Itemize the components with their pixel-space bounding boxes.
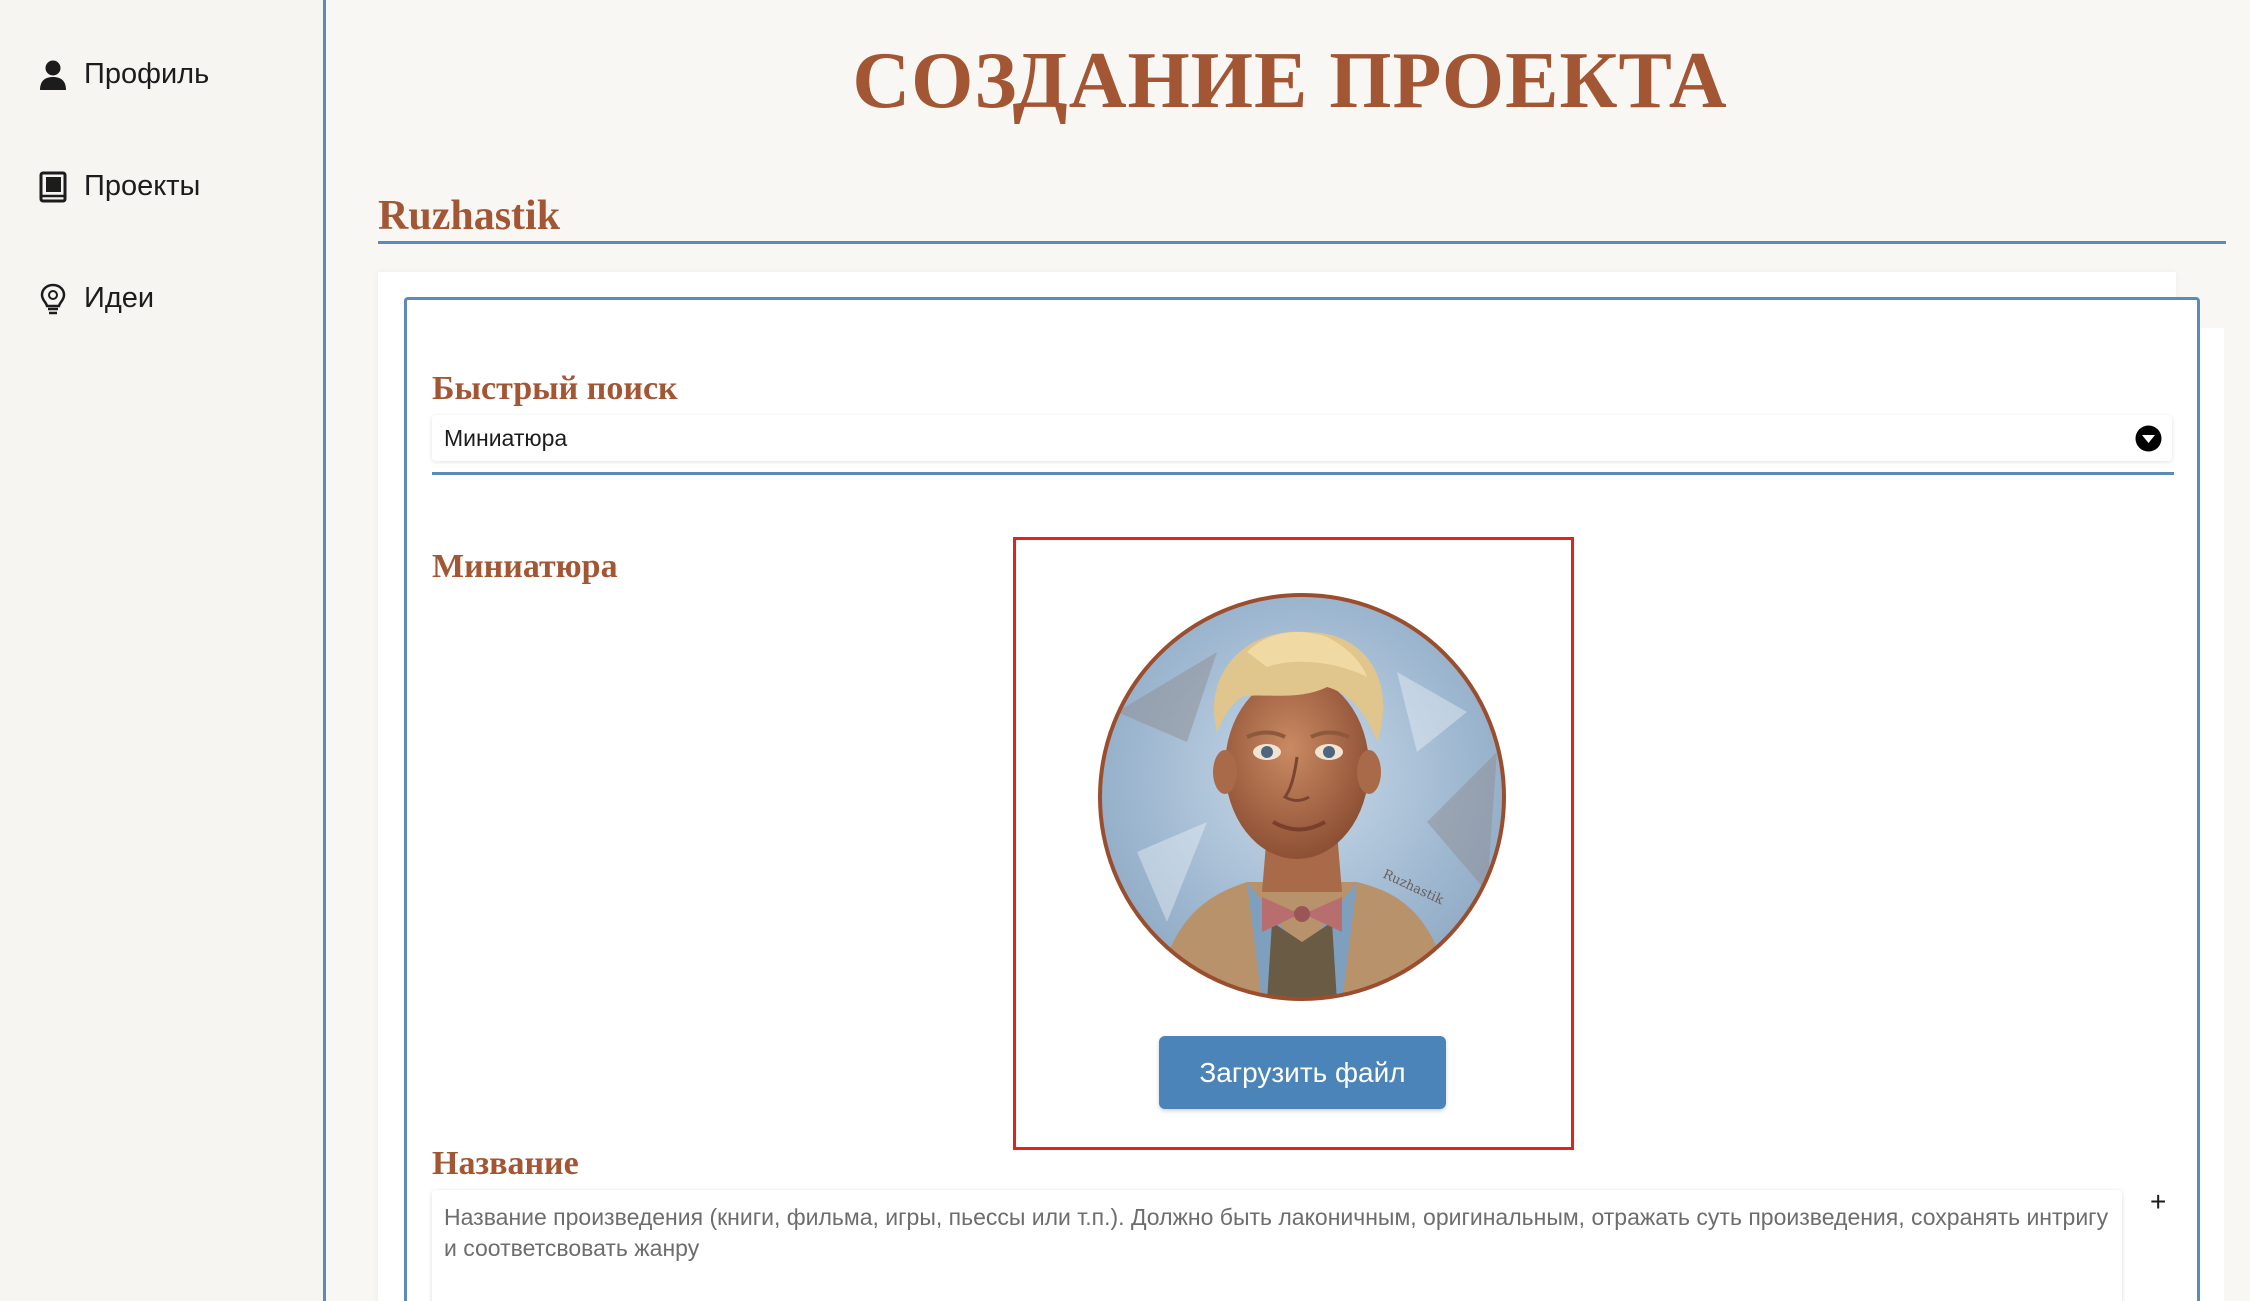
lightbulb-icon [40, 283, 66, 314]
quick-search-select[interactable]: Миниатюра [432, 415, 2172, 461]
title-label: Название [432, 1145, 579, 1182]
sidebar-item-ideas[interactable]: Идеи [38, 282, 154, 315]
sidebar-item-profile[interactable]: Профиль [38, 58, 209, 91]
book-icon [39, 171, 67, 202]
quick-search-label: Быстрый поиск [432, 370, 678, 407]
sidebar-item-projects[interactable]: Проекты [38, 170, 200, 203]
sidebar-item-label: Проекты [84, 170, 201, 202]
page-title: СОЗДАНИЕ ПРОЕКТА [852, 37, 1728, 125]
add-title-button[interactable]: + [2150, 1186, 2166, 1218]
username-heading: Ruzhastik [378, 193, 561, 239]
quick-search-value: Миниатюра [444, 424, 568, 451]
app-root: Профиль Проекты Идеи СОЗДАНИЕ ПРОЕКТА Ru… [0, 0, 2250, 1301]
thumbnail-label: Миниатюра [432, 548, 618, 585]
chevron-down-icon [2135, 425, 2162, 452]
divider [378, 241, 2226, 244]
sidebar-item-label: Идеи [84, 282, 155, 314]
thumbnail-image: Ruzhastik [1098, 593, 1506, 1001]
sidebar-item-label: Профиль [84, 58, 210, 90]
user-icon [40, 60, 66, 90]
sidebar: Профиль Проекты Идеи [0, 0, 326, 1301]
title-textarea[interactable]: Название произведения (книги, фильма, иг… [432, 1190, 2122, 1301]
card-edge [2200, 328, 2224, 1301]
upload-file-button[interactable]: Загрузить файл [1159, 1036, 1446, 1109]
select-underline [432, 472, 2174, 475]
